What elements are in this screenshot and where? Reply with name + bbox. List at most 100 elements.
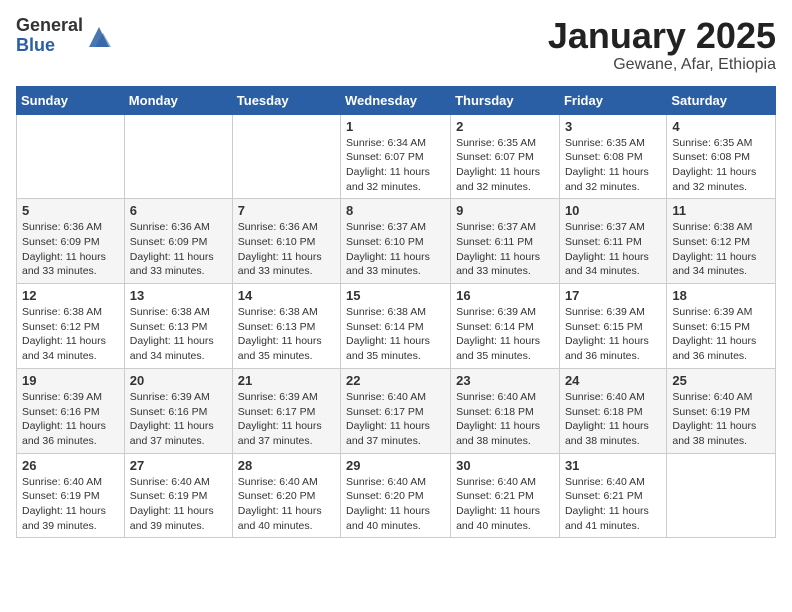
day-number: 11: [672, 203, 770, 218]
day-number: 20: [130, 373, 227, 388]
day-info: Sunrise: 6:38 AMSunset: 6:13 PMDaylight:…: [130, 305, 227, 364]
day-info: Sunrise: 6:37 AMSunset: 6:11 PMDaylight:…: [565, 220, 661, 279]
day-info: Sunrise: 6:40 AMSunset: 6:18 PMDaylight:…: [565, 390, 661, 449]
day-number: 31: [565, 458, 661, 473]
day-info: Sunrise: 6:36 AMSunset: 6:09 PMDaylight:…: [130, 220, 227, 279]
day-header-wednesday: Wednesday: [341, 86, 451, 114]
day-info: Sunrise: 6:40 AMSunset: 6:19 PMDaylight:…: [130, 475, 227, 534]
calendar-cell: 23Sunrise: 6:40 AMSunset: 6:18 PMDayligh…: [451, 368, 560, 453]
day-number: 9: [456, 203, 554, 218]
day-number: 21: [238, 373, 335, 388]
day-number: 3: [565, 119, 661, 134]
day-number: 13: [130, 288, 227, 303]
calendar-cell: 14 Sunrise: 6:38 AMSunset: 6:13 PMDayligh…: [232, 284, 340, 369]
day-info: Sunrise: 6:38 AMSunset: 6:12 PMDaylight:…: [22, 305, 119, 364]
calendar-cell: [17, 114, 125, 199]
calendar-header-row: SundayMondayTuesdayWednesdayThursdayFrid…: [17, 86, 776, 114]
day-number: 14: [238, 288, 335, 303]
day-info: Sunrise: 6:38 AMSunset: 6:14 PMDaylight:…: [346, 305, 445, 364]
day-info: Sunrise: 6:40 AMSunset: 6:20 PMDaylight:…: [238, 475, 335, 534]
month-title: January 2025: [548, 16, 776, 56]
day-number: 18: [672, 288, 770, 303]
calendar-cell: 18Sunrise: 6:39 AMSunset: 6:15 PMDayligh…: [667, 284, 776, 369]
day-number: 24: [565, 373, 661, 388]
day-header-thursday: Thursday: [451, 86, 560, 114]
calendar-cell: 7 Sunrise: 6:36 AMSunset: 6:10 PMDaylight…: [232, 199, 340, 284]
logo-icon: [85, 23, 113, 51]
day-number: 29: [346, 458, 445, 473]
day-number: 2: [456, 119, 554, 134]
calendar-cell: 31Sunrise: 6:40 AMSunset: 6:21 PMDayligh…: [559, 453, 666, 538]
day-info: Sunrise: 6:38 AMSunset: 6:12 PMDaylight:…: [672, 220, 770, 279]
day-number: 27: [130, 458, 227, 473]
day-number: 1: [346, 119, 445, 134]
calendar-week-2: 5 Sunrise: 6:36 AMSunset: 6:09 PMDaylight…: [17, 199, 776, 284]
day-info: Sunrise: 6:38 AMSunset: 6:13 PMDaylight:…: [238, 305, 335, 364]
logo-blue: Blue: [16, 36, 83, 56]
day-number: 5: [22, 203, 119, 218]
calendar-week-5: 26 Sunrise: 6:40 AMSunset: 6:19 PMDayligh…: [17, 453, 776, 538]
calendar-cell: 6 Sunrise: 6:36 AMSunset: 6:09 PMDaylight…: [124, 199, 232, 284]
calendar-cell: 8 Sunrise: 6:37 AMSunset: 6:10 PMDaylight…: [341, 199, 451, 284]
logo-general: General: [16, 16, 83, 36]
day-info: Sunrise: 6:36 AMSunset: 6:09 PMDaylight:…: [22, 220, 119, 279]
day-info: Sunrise: 6:35 AMSunset: 6:07 PMDaylight:…: [456, 136, 554, 195]
day-number: 15: [346, 288, 445, 303]
calendar-cell: 26Sunrise: 6:40 AMSunset: 6:19 PMDayligh…: [17, 453, 125, 538]
day-header-saturday: Saturday: [667, 86, 776, 114]
calendar-cell: 27 Sunrise: 6:40 AMSunset: 6:19 PMDayligh…: [124, 453, 232, 538]
day-info: Sunrise: 6:39 AMSunset: 6:16 PMDaylight:…: [22, 390, 119, 449]
calendar-cell: 15 Sunrise: 6:38 AMSunset: 6:14 PMDayligh…: [341, 284, 451, 369]
day-number: 10: [565, 203, 661, 218]
calendar-cell: 3Sunrise: 6:35 AMSunset: 6:08 PMDaylight…: [559, 114, 666, 199]
calendar-week-1: 1 Sunrise: 6:34 AMSunset: 6:07 PMDaylight…: [17, 114, 776, 199]
day-number: 6: [130, 203, 227, 218]
day-number: 28: [238, 458, 335, 473]
calendar-cell: 19 Sunrise: 6:39 AMSunset: 6:16 PMDayligh…: [17, 368, 125, 453]
day-header-friday: Friday: [559, 86, 666, 114]
day-info: Sunrise: 6:35 AMSunset: 6:08 PMDaylight:…: [672, 136, 770, 195]
calendar-cell: 4 Sunrise: 6:35 AMSunset: 6:08 PMDaylight…: [667, 114, 776, 199]
day-info: Sunrise: 6:34 AMSunset: 6:07 PMDaylight:…: [346, 136, 445, 195]
day-info: Sunrise: 6:37 AMSunset: 6:11 PMDaylight:…: [456, 220, 554, 279]
calendar-cell: 9 Sunrise: 6:37 AMSunset: 6:11 PMDaylight…: [451, 199, 560, 284]
day-number: 4: [672, 119, 770, 134]
day-header-monday: Monday: [124, 86, 232, 114]
day-info: Sunrise: 6:37 AMSunset: 6:10 PMDaylight:…: [346, 220, 445, 279]
calendar-cell: 17Sunrise: 6:39 AMSunset: 6:15 PMDayligh…: [559, 284, 666, 369]
day-info: Sunrise: 6:39 AMSunset: 6:15 PMDaylight:…: [565, 305, 661, 364]
calendar-cell: 22 Sunrise: 6:40 AMSunset: 6:17 PMDayligh…: [341, 368, 451, 453]
day-number: 26: [22, 458, 119, 473]
calendar-cell: 29Sunrise: 6:40 AMSunset: 6:20 PMDayligh…: [341, 453, 451, 538]
calendar-cell: 21 Sunrise: 6:39 AMSunset: 6:17 PMDayligh…: [232, 368, 340, 453]
calendar-cell: [124, 114, 232, 199]
page-header: General Blue January 2025 Gewane, Afar, …: [16, 16, 776, 74]
day-number: 25: [672, 373, 770, 388]
day-number: 8: [346, 203, 445, 218]
calendar-table: SundayMondayTuesdayWednesdayThursdayFrid…: [16, 86, 776, 539]
day-number: 7: [238, 203, 335, 218]
day-header-tuesday: Tuesday: [232, 86, 340, 114]
calendar-cell: 25Sunrise: 6:40 AMSunset: 6:19 PMDayligh…: [667, 368, 776, 453]
day-info: Sunrise: 6:40 AMSunset: 6:21 PMDaylight:…: [456, 475, 554, 534]
day-info: Sunrise: 6:40 AMSunset: 6:17 PMDaylight:…: [346, 390, 445, 449]
calendar-week-3: 12Sunrise: 6:38 AMSunset: 6:12 PMDayligh…: [17, 284, 776, 369]
calendar-cell: [667, 453, 776, 538]
calendar-cell: [232, 114, 340, 199]
day-number: 19: [22, 373, 119, 388]
calendar-cell: 11 Sunrise: 6:38 AMSunset: 6:12 PMDayligh…: [667, 199, 776, 284]
calendar-cell: 5 Sunrise: 6:36 AMSunset: 6:09 PMDaylight…: [17, 199, 125, 284]
day-number: 22: [346, 373, 445, 388]
day-info: Sunrise: 6:39 AMSunset: 6:17 PMDaylight:…: [238, 390, 335, 449]
calendar-cell: 20Sunrise: 6:39 AMSunset: 6:16 PMDayligh…: [124, 368, 232, 453]
calendar-cell: 28 Sunrise: 6:40 AMSunset: 6:20 PMDayligh…: [232, 453, 340, 538]
day-number: 30: [456, 458, 554, 473]
calendar-cell: 10 Sunrise: 6:37 AMSunset: 6:11 PMDayligh…: [559, 199, 666, 284]
calendar-cell: 2 Sunrise: 6:35 AMSunset: 6:07 PMDaylight…: [451, 114, 560, 199]
day-header-sunday: Sunday: [17, 86, 125, 114]
day-info: Sunrise: 6:36 AMSunset: 6:10 PMDaylight:…: [238, 220, 335, 279]
calendar-cell: 30 Sunrise: 6:40 AMSunset: 6:21 PMDayligh…: [451, 453, 560, 538]
day-number: 23: [456, 373, 554, 388]
location-title: Gewane, Afar, Ethiopia: [548, 56, 776, 74]
calendar-cell: 12Sunrise: 6:38 AMSunset: 6:12 PMDayligh…: [17, 284, 125, 369]
